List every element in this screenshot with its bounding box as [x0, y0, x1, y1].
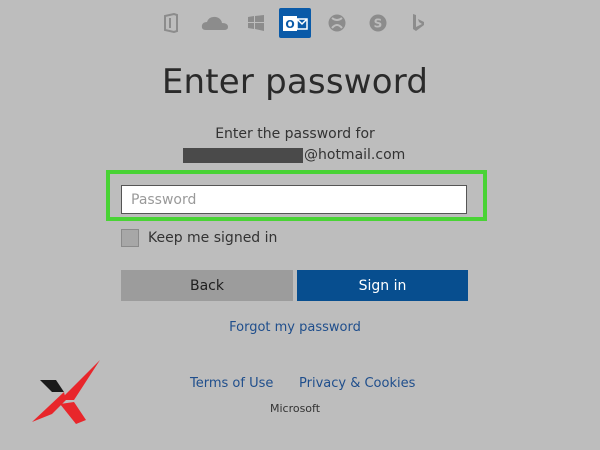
- onedrive-icon[interactable]: [198, 8, 232, 38]
- svg-text:O: O: [285, 18, 294, 31]
- keep-signed-in-label: Keep me signed in: [148, 230, 278, 246]
- skype-icon[interactable]: S: [363, 8, 393, 38]
- windows-icon[interactable]: [241, 8, 271, 38]
- terms-of-use-link[interactable]: Terms of Use: [190, 376, 273, 391]
- keep-signed-in-checkbox[interactable]: [121, 229, 139, 247]
- keep-signed-in-option[interactable]: Keep me signed in: [121, 229, 277, 247]
- sign-in-button[interactable]: Sign in: [297, 270, 468, 301]
- forgot-password-link[interactable]: Forgot my password: [0, 320, 590, 335]
- password-input[interactable]: [121, 185, 467, 214]
- email-domain: @hotmail.com: [304, 147, 406, 163]
- redacted-username: [183, 147, 303, 163]
- bing-icon[interactable]: [403, 8, 433, 38]
- privacy-cookies-link[interactable]: Privacy & Cookies: [299, 376, 415, 391]
- page-title: Enter password: [161, 62, 429, 102]
- watermark-logo: [30, 358, 102, 426]
- svg-text:S: S: [374, 17, 383, 31]
- xbox-icon[interactable]: [322, 8, 352, 38]
- password-prompt-text: Enter the password for: [215, 126, 375, 142]
- office-icon[interactable]: [156, 8, 186, 38]
- outlook-icon[interactable]: O: [279, 8, 311, 38]
- app-icon-bar: O S: [0, 8, 600, 38]
- account-email: @hotmail.com: [183, 146, 405, 164]
- back-button[interactable]: Back: [121, 270, 293, 301]
